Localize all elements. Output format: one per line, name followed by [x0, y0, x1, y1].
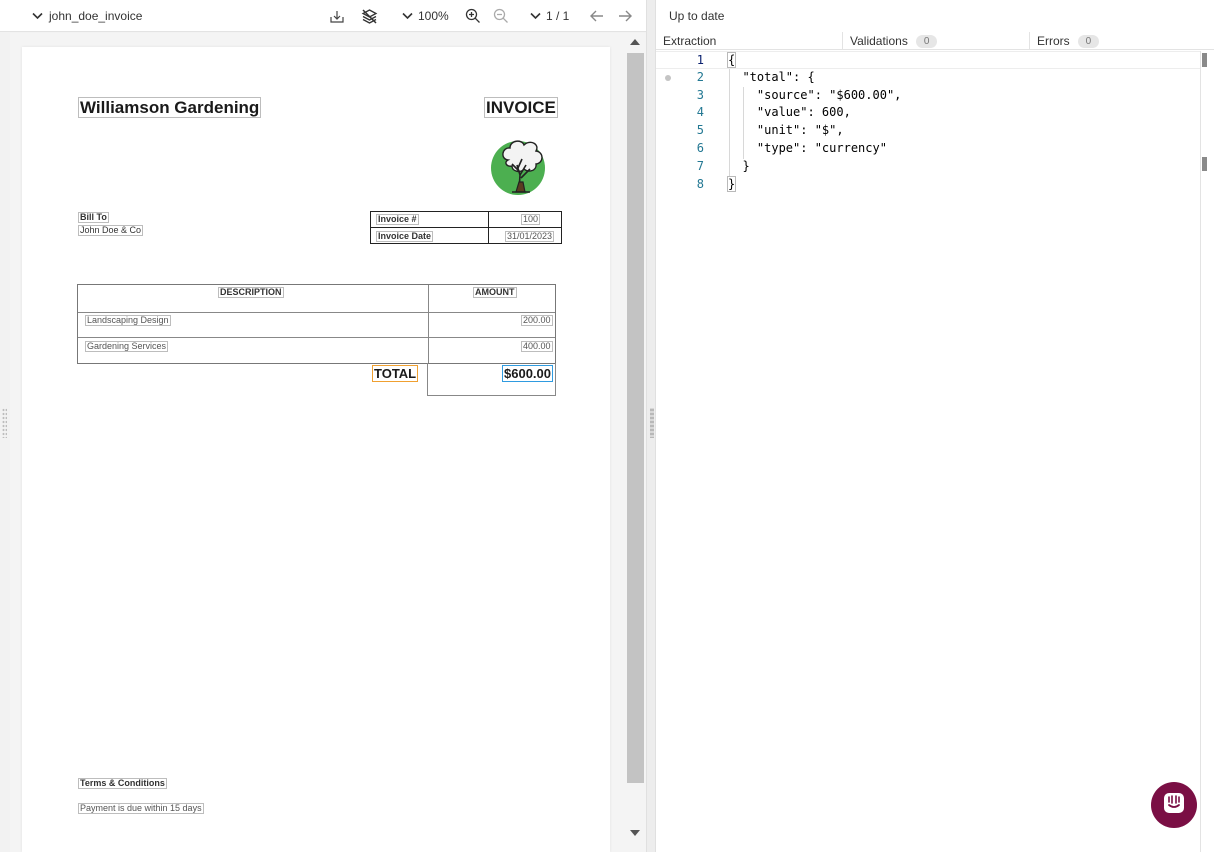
code-line: 3 "source": "$600.00", — [656, 87, 1200, 105]
code-line: 2 "total": { — [656, 69, 1200, 87]
line-number: 3 — [696, 88, 704, 102]
zoom-selector[interactable]: 100% — [402, 0, 449, 32]
toggle-overlays-button[interactable] — [361, 0, 378, 32]
bill-to-label[interactable]: Bill To — [78, 212, 109, 223]
line-number: 7 — [696, 159, 704, 173]
code-text: "type": "currency" — [728, 141, 887, 155]
code-text: "value": 600, — [728, 105, 851, 119]
total-label[interactable]: TOTAL — [372, 365, 419, 382]
scroll-marker — [1202, 157, 1207, 171]
code-text: "source": "$600.00", — [728, 88, 902, 102]
invoice-meta-table: Invoice # 100 Invoice Date 31/01/2023 — [370, 211, 562, 244]
line-number: 2 — [696, 70, 704, 84]
description-header[interactable]: DESCRIPTION — [218, 287, 284, 298]
scroll-thumb[interactable] — [627, 53, 644, 783]
tab-extraction[interactable]: Extraction — [656, 32, 843, 50]
document-selector[interactable]: john_doe_invoice — [32, 0, 142, 32]
item-amount[interactable]: 400.00 — [521, 341, 553, 352]
chat-icon — [1163, 792, 1185, 819]
zoom-out-icon — [493, 8, 509, 24]
code-text: "unit": "$", — [728, 123, 844, 137]
code-line: 4 "value": 600, — [656, 104, 1200, 122]
document-viewer-pane: john_doe_invoice 100% 1 / 1 Williamson G… — [0, 0, 648, 852]
zoom-level: 100% — [418, 9, 449, 23]
item-description[interactable]: Gardening Services — [85, 341, 169, 352]
line-items-table: DESCRIPTION AMOUNT Landscaping Design 20… — [77, 284, 556, 364]
bill-to-name[interactable]: John Doe & Co — [78, 225, 144, 236]
line-number: 4 — [696, 105, 704, 119]
total-value[interactable]: $600.00 — [502, 365, 553, 382]
tab-validations[interactable]: Validations 0 — [843, 32, 1030, 50]
tree-logo — [490, 135, 552, 197]
invoice-number-value[interactable]: 100 — [521, 214, 541, 225]
fold-indicator[interactable] — [665, 75, 671, 81]
code-line: 6 "type": "currency" — [656, 140, 1200, 158]
chevron-down-icon — [530, 12, 541, 20]
zoom-in-button[interactable] — [465, 0, 481, 32]
chevron-down-icon — [402, 12, 413, 20]
invoice-page: Williamson Gardening INVOICE Bill To Joh… — [22, 47, 610, 852]
document-title: john_doe_invoice — [49, 9, 143, 23]
code-line: 1 { — [656, 51, 1200, 69]
page-indicator: 1 / 1 — [546, 9, 570, 23]
line-number: 1 — [696, 53, 704, 67]
zoom-out-button[interactable] — [493, 0, 509, 32]
chevron-down-icon — [32, 12, 43, 20]
chat-launcher-button[interactable] — [1151, 782, 1197, 828]
count-badge: 0 — [1077, 34, 1100, 48]
layers-off-icon — [361, 8, 378, 25]
code-text: { — [726, 52, 737, 68]
extraction-pane: Up to date Extraction Validations 0 Erro… — [656, 0, 1226, 852]
item-description[interactable]: Landscaping Design — [85, 315, 171, 326]
previous-page-button[interactable] — [589, 0, 605, 32]
count-badge: 0 — [915, 34, 938, 48]
code-line: 7 } — [656, 158, 1200, 176]
code-text: "total": { — [728, 70, 815, 84]
page-selector[interactable]: 1 / 1 — [530, 0, 569, 32]
sync-status: Up to date — [669, 9, 725, 23]
editor-scrollbar[interactable] — [1202, 51, 1214, 852]
download-icon — [329, 8, 345, 24]
meta-row: Invoice Date 31/01/2023 — [371, 227, 561, 243]
scroll-up-arrow[interactable] — [630, 39, 640, 45]
line-number: 5 — [696, 123, 704, 137]
line-number: 8 — [696, 177, 704, 191]
scroll-down-arrow[interactable] — [630, 830, 640, 836]
result-tabs: Extraction Validations 0 Errors 0 — [656, 32, 1214, 50]
item-amount[interactable]: 200.00 — [521, 315, 553, 326]
code-text: } — [728, 159, 750, 173]
code-text: } — [726, 176, 737, 192]
arrow-right-icon — [617, 9, 633, 23]
meta-row: Invoice # 100 — [371, 212, 561, 228]
line-number: 6 — [696, 141, 704, 155]
code-line: 5 "unit": "$", — [656, 122, 1200, 140]
tab-label: Errors — [1037, 34, 1070, 48]
tab-label: Extraction — [663, 34, 717, 48]
terms-title[interactable]: Terms & Conditions — [78, 778, 167, 789]
scroll-marker — [1202, 53, 1207, 67]
invoice-date-label[interactable]: Invoice Date — [376, 231, 434, 242]
resize-grip[interactable] — [2, 408, 7, 438]
viewer-toolbar: john_doe_invoice 100% 1 / 1 — [0, 0, 648, 32]
zoom-in-icon — [465, 8, 481, 24]
amount-header[interactable]: AMOUNT — [473, 287, 517, 298]
viewer-scrollbar[interactable] — [626, 33, 646, 852]
next-page-button[interactable] — [617, 0, 633, 32]
json-editor[interactable]: 1 { 2 "total": { 3 "source": "$600.00", … — [656, 51, 1202, 852]
download-button[interactable] — [329, 0, 345, 32]
invoice-date-value[interactable]: 31/01/2023 — [505, 231, 555, 242]
document-canvas: Williamson Gardening INVOICE Bill To Joh… — [10, 33, 626, 852]
tab-label: Validations — [850, 34, 908, 48]
tab-errors[interactable]: Errors 0 — [1030, 32, 1214, 50]
code-line: 8 } — [656, 176, 1200, 194]
company-name[interactable]: Williamson Gardening — [78, 97, 262, 118]
invoice-heading[interactable]: INVOICE — [484, 97, 558, 118]
pane-splitter[interactable] — [646, 0, 656, 852]
arrow-left-icon — [589, 9, 605, 23]
invoice-number-label[interactable]: Invoice # — [376, 214, 419, 225]
terms-text[interactable]: Payment is due within 15 days — [78, 803, 204, 814]
